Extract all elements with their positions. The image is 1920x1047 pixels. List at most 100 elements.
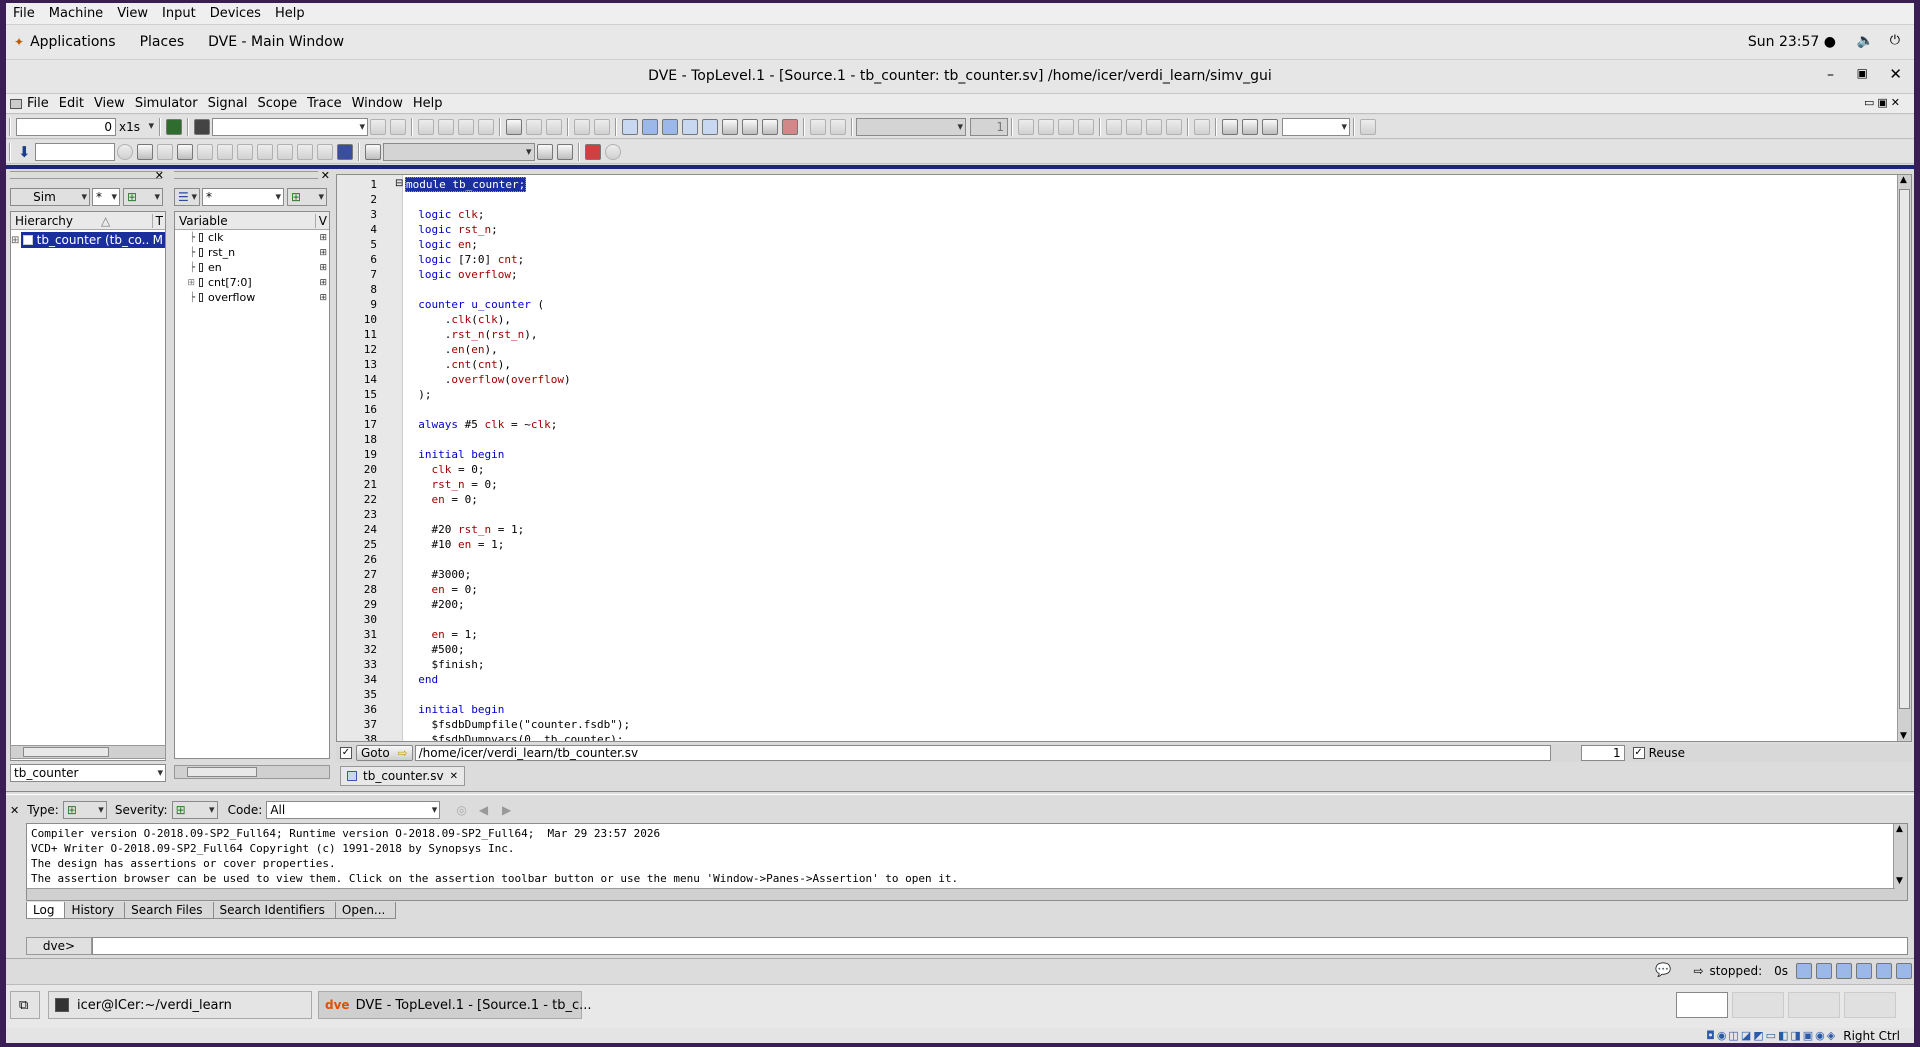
minimize-icon[interactable]: – xyxy=(1827,67,1834,83)
driver-icon[interactable] xyxy=(742,118,758,135)
zoom-out-icon[interactable] xyxy=(1058,118,1074,135)
erase-icon[interactable] xyxy=(762,118,778,135)
zoom-region-icon[interactable] xyxy=(1146,118,1162,135)
breakpoint-icon[interactable] xyxy=(506,118,522,135)
severity-select[interactable]: ⊞ xyxy=(171,801,218,819)
vbox-menu-help[interactable]: Help xyxy=(275,6,305,21)
source-path-field[interactable]: /home/icer/verdi_learn/tb_counter.sv xyxy=(414,745,1551,761)
vbox-menu-file[interactable]: File xyxy=(13,6,35,21)
code-line[interactable]: 10 .clk(clk), xyxy=(337,312,630,327)
type-select[interactable]: ⊞ xyxy=(62,801,107,819)
status-icon-1[interactable] xyxy=(1796,962,1812,979)
hierarchy-header[interactable]: Hierarchy △ T xyxy=(11,212,165,230)
workspace-2[interactable] xyxy=(1732,992,1784,1018)
close-icon[interactable]: ✕ xyxy=(1889,65,1902,83)
up-scope-icon[interactable] xyxy=(526,118,542,135)
sim-select[interactable]: Sim xyxy=(10,188,90,206)
menu-edit[interactable]: Edit xyxy=(59,96,84,111)
workspace-1[interactable] xyxy=(1676,992,1728,1018)
marker-next-icon[interactable] xyxy=(1242,118,1258,135)
status-icon-2[interactable] xyxy=(1816,962,1832,979)
down-scope-icon[interactable] xyxy=(546,118,562,135)
brace-icon-9[interactable] xyxy=(316,143,333,160)
hierarchy-hscroll[interactable] xyxy=(10,745,166,759)
grid-icon[interactable] xyxy=(1360,118,1376,135)
path-schematic-icon[interactable] xyxy=(662,118,678,135)
code-line[interactable]: 27 #3000; xyxy=(337,567,630,582)
add-wave-icon[interactable]: ⊞ xyxy=(319,248,327,258)
brace-icon-5[interactable] xyxy=(236,143,253,160)
code-line[interactable]: 3 logic clk; xyxy=(337,207,630,222)
code-line[interactable]: 17 always #5 clk = ~clk; xyxy=(337,417,630,432)
code-line[interactable]: 38 $fsdbDumpvars(0, tb_counter); xyxy=(337,732,630,741)
code-line[interactable]: 5 logic en; xyxy=(337,237,630,252)
vbox-menu-view[interactable]: View xyxy=(117,6,148,21)
menu-trace[interactable]: Trace xyxy=(307,96,342,111)
prev-edge-icon[interactable] xyxy=(810,118,826,135)
vbox-menu-input[interactable]: Input xyxy=(162,6,196,21)
code-line[interactable]: 22 en = 0; xyxy=(337,492,630,507)
menu-file[interactable]: File xyxy=(27,96,49,111)
console-stop-icon[interactable]: ◎ xyxy=(456,803,466,817)
taskbar-dve[interactable]: dve DVE - TopLevel.1 - [Source.1 - tb_c.… xyxy=(318,991,592,1019)
vbox-menu-machine[interactable]: Machine xyxy=(49,6,103,21)
code-line[interactable]: 13 .cnt(cnt), xyxy=(337,357,630,372)
add-wave-icon[interactable]: ⊞ xyxy=(319,263,327,273)
vbox-menu-devices[interactable]: Devices xyxy=(210,6,261,21)
code-line[interactable]: 25 #10 en = 1; xyxy=(337,537,630,552)
variable-type-filter[interactable]: ⊞ xyxy=(287,188,327,206)
zoom-prev-icon[interactable] xyxy=(1166,118,1182,135)
code-line[interactable]: 2 xyxy=(337,192,630,207)
mdi-controls[interactable]: ▭▣✕ xyxy=(1864,96,1903,109)
add-wave-icon[interactable]: ⊞ xyxy=(319,293,327,303)
add-wave-icon[interactable]: ⊞ xyxy=(319,233,327,243)
vbox-device-icons[interactable]: ◘◉◫◪◩▭◧◨▣◉◈ xyxy=(1706,1029,1837,1042)
signal-group-select[interactable] xyxy=(382,142,535,161)
menu-simulator[interactable]: Simulator xyxy=(135,96,198,111)
code-line[interactable]: 19 initial begin xyxy=(337,447,630,462)
signal-group-icon[interactable] xyxy=(364,143,381,160)
console-close-icon[interactable]: ✕ xyxy=(10,804,19,817)
find-icon[interactable] xyxy=(194,118,210,135)
code-select[interactable]: All xyxy=(266,801,441,819)
next-icon[interactable] xyxy=(438,118,454,135)
code-line[interactable]: 12 .en(en), xyxy=(337,342,630,357)
source-tab[interactable]: tb_counter.sv ✕ xyxy=(340,766,465,786)
scope-brace-icon[interactable] xyxy=(136,143,153,160)
menu-window[interactable]: Window xyxy=(352,96,403,111)
status-icon-3[interactable] xyxy=(1836,962,1852,979)
code-line[interactable]: 26 xyxy=(337,552,630,567)
code-line[interactable]: 15 ); xyxy=(337,387,630,402)
code-line[interactable]: 8 xyxy=(337,282,630,297)
code-line[interactable]: 36 initial begin xyxy=(337,702,630,717)
next-edge-icon[interactable] xyxy=(830,118,846,135)
brace-icon-7[interactable] xyxy=(276,143,293,160)
active-window-label[interactable]: DVE - Main Window xyxy=(208,34,344,50)
brace-icon-1[interactable] xyxy=(156,143,173,160)
download-icon[interactable]: ⬇ xyxy=(18,143,31,161)
workspace-4[interactable] xyxy=(1844,992,1896,1018)
code-line[interactable]: 23 xyxy=(337,507,630,522)
prev-message-icon[interactable]: ◀ xyxy=(479,803,488,817)
wave-icon[interactable] xyxy=(722,118,738,135)
code-line[interactable]: 24 #20 rst_n = 1; xyxy=(337,522,630,537)
variable-row[interactable]: ⊞ cnt[7:0] ⊞ xyxy=(175,275,329,290)
variable-filter[interactable]: * xyxy=(202,188,284,206)
zoom-in-icon[interactable] xyxy=(1038,118,1054,135)
brace-icon-4[interactable] xyxy=(216,143,233,160)
back-icon[interactable] xyxy=(574,118,590,135)
brace-icon-3[interactable] xyxy=(196,143,213,160)
variable-row[interactable]: ┝ en ⊞ xyxy=(175,260,329,275)
find-next-icon[interactable] xyxy=(370,118,386,135)
brace-icon-6[interactable] xyxy=(256,143,273,160)
marker-icon[interactable] xyxy=(1262,118,1278,135)
memory-icon[interactable] xyxy=(702,118,718,135)
command-input[interactable] xyxy=(92,937,1908,955)
code-line[interactable]: 29 #200; xyxy=(337,597,630,612)
variable-view-select[interactable]: ☰ xyxy=(174,188,200,206)
scope-field[interactable]: tb_counter xyxy=(10,764,166,782)
code-line[interactable]: 34 end xyxy=(337,672,630,687)
code-line[interactable]: 11 .rst_n(rst_n), xyxy=(337,327,630,342)
goto-checkbox[interactable]: ✓ xyxy=(340,747,352,759)
console-tab-search-files[interactable]: Search Files xyxy=(124,901,214,919)
